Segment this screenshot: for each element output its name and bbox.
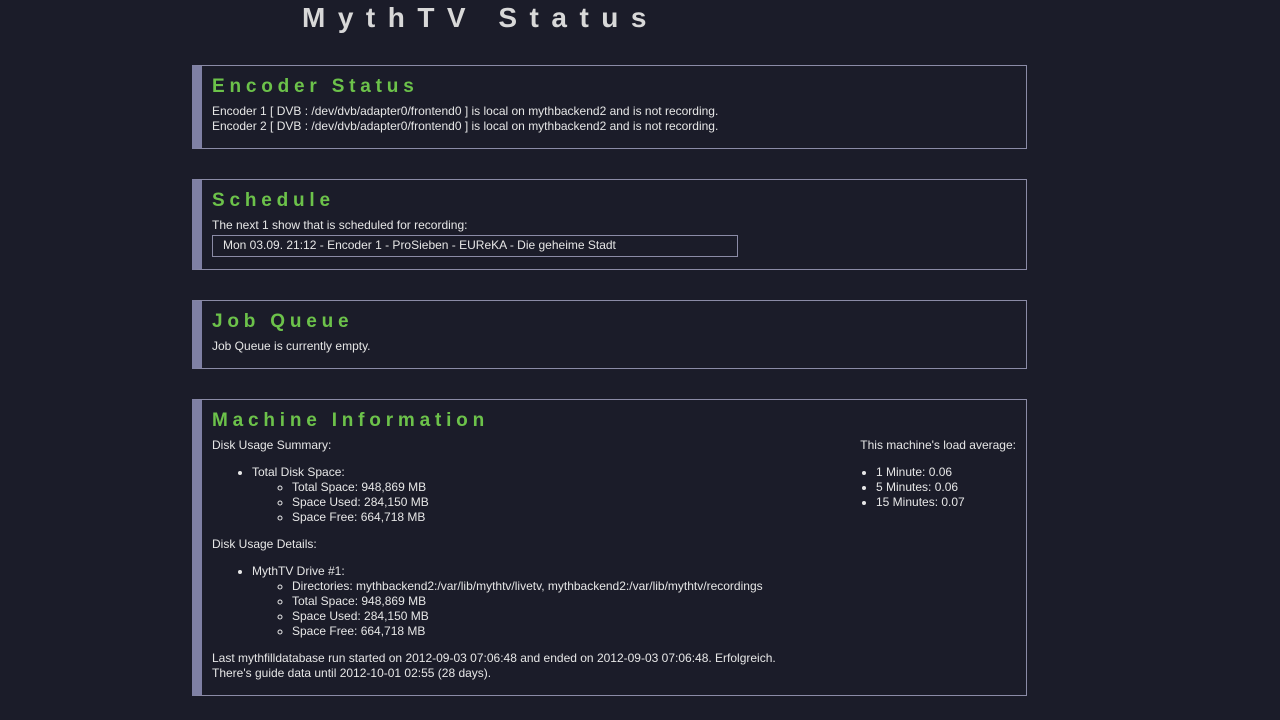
guide-data-status: There's guide data until 2012-10-01 02:5… bbox=[212, 666, 492, 680]
disk-details-list: MythTV Drive #1: Directories: mythbacken… bbox=[252, 564, 812, 639]
list-item: Space Free: 664,718 MB bbox=[292, 510, 812, 525]
job-queue-status: Job Queue is currently empty. bbox=[212, 339, 371, 353]
schedule-section: Schedule The next 1 show that is schedul… bbox=[192, 179, 1027, 270]
disk-details-sublist: Directories: mythbackend2:/var/lib/mytht… bbox=[292, 579, 812, 639]
machine-information-heading: Machine Information bbox=[212, 410, 489, 431]
job-queue-heading: Job Queue bbox=[212, 311, 354, 332]
list-item: Directories: mythbackend2:/var/lib/mytht… bbox=[292, 579, 812, 594]
load-average-column: This machine's load average: 1 Minute: 0… bbox=[836, 438, 1016, 510]
list-item: Space Used: 284,150 MB bbox=[292, 609, 812, 624]
encoder-status-section: Encoder Status Encoder 1 [ DVB : /dev/dv… bbox=[192, 65, 1027, 149]
list-item: Space Used: 284,150 MB bbox=[292, 495, 812, 510]
disk-usage-column: Disk Usage Summary: Total Disk Space: To… bbox=[212, 438, 812, 639]
encoder-line-2: Encoder 2 [ DVB : /dev/dvb/adapter0/fron… bbox=[212, 119, 719, 133]
list-item: Space Free: 664,718 MB bbox=[292, 624, 812, 639]
schedule-heading: Schedule bbox=[212, 190, 335, 211]
disk-usage-summary-label: Disk Usage Summary: bbox=[212, 438, 332, 452]
drive-label: MythTV Drive #1: bbox=[252, 564, 345, 578]
total-disk-space-label: Total Disk Space: bbox=[252, 465, 345, 479]
list-item: Total Space: 948,869 MB bbox=[292, 594, 812, 609]
machine-information-section: Machine Information Disk Usage Summary: … bbox=[192, 399, 1027, 696]
list-item: Total Space: 948,869 MB bbox=[292, 480, 812, 495]
load-average-list: 1 Minute: 0.06 5 Minutes: 0.06 15 Minute… bbox=[876, 465, 1016, 510]
schedule-intro: The next 1 show that is scheduled for re… bbox=[212, 218, 468, 232]
mythfilldatabase-status: Last mythfilldatabase run started on 201… bbox=[212, 651, 776, 665]
page-title: MythTV Status bbox=[302, 2, 659, 33]
encoder-status-heading: Encoder Status bbox=[212, 76, 419, 97]
disk-usage-details-label: Disk Usage Details: bbox=[212, 537, 317, 551]
list-item: 5 Minutes: 0.06 bbox=[876, 480, 1016, 495]
list-item: 15 Minutes: 0.07 bbox=[876, 495, 1016, 510]
scheduled-recording-item[interactable]: Mon 03.09. 21:12 - Encoder 1 - ProSieben… bbox=[212, 235, 738, 257]
list-item: Total Disk Space: Total Space: 948,869 M… bbox=[252, 465, 812, 525]
list-item: 1 Minute: 0.06 bbox=[876, 465, 1016, 480]
disk-summary-list: Total Disk Space: Total Space: 948,869 M… bbox=[252, 465, 812, 525]
load-average-label: This machine's load average: bbox=[860, 438, 1016, 452]
job-queue-section: Job Queue Job Queue is currently empty. bbox=[192, 300, 1027, 369]
disk-summary-sublist: Total Space: 948,869 MB Space Used: 284,… bbox=[292, 480, 812, 525]
encoder-line-1: Encoder 1 [ DVB : /dev/dvb/adapter0/fron… bbox=[212, 104, 719, 118]
list-item: MythTV Drive #1: Directories: mythbacken… bbox=[252, 564, 812, 639]
